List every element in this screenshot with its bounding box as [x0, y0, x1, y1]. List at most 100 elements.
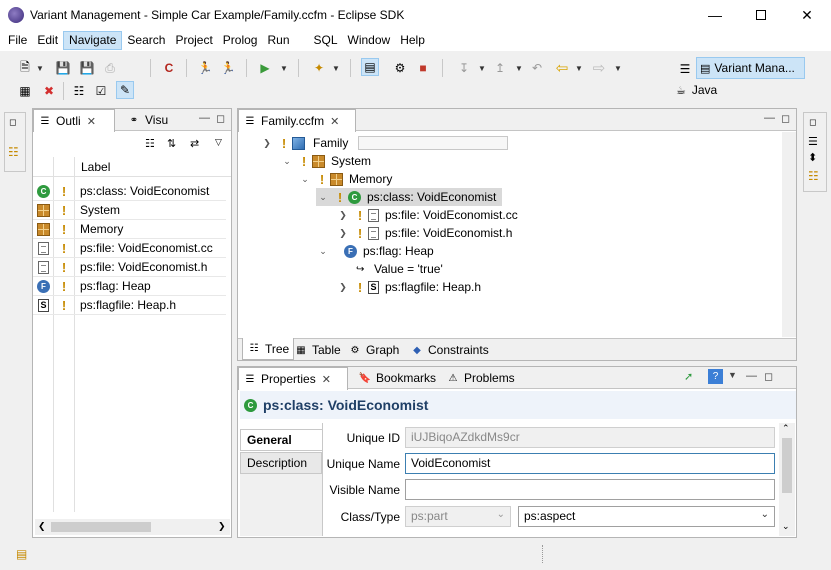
tree-node-flag-heap[interactable]: ⌄ F ps:flag: Heap: [316, 242, 434, 260]
perspective-java[interactable]: ☕ Java: [676, 81, 717, 99]
minimize-view-icon[interactable]: —: [199, 112, 210, 124]
outline-row[interactable]: ! ps:file: VoidEconomist.h: [33, 258, 226, 277]
scrollbar-thumb[interactable]: [51, 522, 151, 532]
tab-visualization[interactable]: ⚭ Visu: [123, 109, 193, 131]
tab-bookmarks[interactable]: 🔖 Bookmarks: [354, 367, 440, 389]
properties-vscrollbar[interactable]: ⌃ ⌄: [779, 423, 795, 536]
side-tab-description[interactable]: Description: [240, 452, 322, 474]
side-tab-general[interactable]: General: [240, 429, 322, 451]
sort-icon[interactable]: ⇅: [167, 137, 176, 150]
expanded-chevron-icon[interactable]: ⌄: [316, 246, 330, 257]
scroll-down-icon[interactable]: ⌄: [782, 521, 790, 532]
save-icon[interactable]: 💾: [54, 59, 72, 77]
back-icon[interactable]: ⇦: [553, 59, 571, 77]
maximize-view-icon[interactable]: ◻: [781, 112, 790, 125]
new-icon[interactable]: 🗎: [16, 59, 34, 77]
scrollbar-thumb[interactable]: [782, 438, 792, 493]
scroll-up-icon[interactable]: ⌃: [782, 423, 790, 434]
menu-navigate[interactable]: Navigate: [63, 31, 123, 50]
maximize-view-icon[interactable]: ◻: [764, 370, 773, 383]
tab-tree[interactable]: ☷ Tree: [242, 338, 295, 360]
editor-vscrollbar[interactable]: [782, 132, 796, 337]
link-editor-icon[interactable]: ⇄: [190, 137, 199, 150]
hierarchy-icon[interactable]: ☷: [70, 82, 88, 100]
open-type-icon[interactable]: ▦: [16, 82, 34, 100]
prev-annotation-dropdown-icon[interactable]: ▼: [515, 64, 523, 73]
outline-row[interactable]: S ! ps:flagfile: Heap.h: [33, 296, 226, 315]
next-annotation-icon[interactable]: ↧: [455, 59, 473, 77]
view-menu-icon[interactable]: ▽: [215, 137, 222, 148]
minimize-view-icon[interactable]: —: [764, 112, 775, 124]
open-perspective-icon[interactable]: ☰: [676, 60, 694, 78]
pin-icon[interactable]: ➚: [684, 370, 693, 383]
tab-properties[interactable]: ☰ Properties ✕: [238, 367, 348, 390]
close-button[interactable]: ✕: [784, 0, 830, 30]
unique-name-field[interactable]: VoidEconomist: [405, 453, 775, 474]
collapsed-chevron-icon[interactable]: ❯: [336, 228, 350, 239]
view-menu-icon[interactable]: ▼: [728, 370, 737, 380]
help-icon[interactable]: ?: [708, 369, 723, 384]
outline-row[interactable]: C ! ps:class: VoidEconomist: [33, 182, 226, 201]
menu-sql[interactable]: SQL: [309, 31, 343, 50]
run-person-icon[interactable]: 🏃: [196, 59, 214, 77]
pure-variants-icon[interactable]: C: [160, 59, 178, 77]
menu-project[interactable]: Project: [170, 31, 217, 50]
brush-icon[interactable]: ✎: [116, 81, 134, 99]
outline-hscrollbar[interactable]: ❮ ❯: [35, 519, 230, 535]
tab-graph[interactable]: ⚙ Graph: [344, 339, 403, 361]
toggle-view-icon[interactable]: ▤: [361, 58, 379, 76]
tab-table[interactable]: ▦ Table: [290, 339, 345, 361]
menu-window[interactable]: Window: [343, 31, 396, 50]
back-dropdown-icon[interactable]: ▼: [575, 64, 583, 73]
navigator-icon[interactable]: ⬍: [808, 151, 817, 164]
forward-icon[interactable]: ⇨: [590, 59, 608, 77]
expanded-chevron-icon[interactable]: ❯: [260, 138, 274, 149]
prev-annotation-icon[interactable]: ↥: [491, 59, 509, 77]
wand-icon[interactable]: ✦: [310, 59, 328, 77]
run-dropdown-icon[interactable]: ▼: [280, 64, 288, 73]
scroll-right-icon[interactable]: ❯: [218, 521, 226, 532]
wand-dropdown-icon[interactable]: ▼: [332, 64, 340, 73]
hierarchy-view-icon[interactable]: ☷: [808, 169, 819, 183]
menu-edit[interactable]: Edit: [32, 31, 63, 50]
tree-node-value[interactable]: ↪ Value = 'true': [356, 260, 443, 278]
restore-icon[interactable]: ◻: [9, 117, 16, 128]
run-person2-icon[interactable]: 🏃: [219, 59, 237, 77]
unique-id-field[interactable]: iUJBiqoAZdkdMs9cr: [405, 427, 775, 448]
outline-row[interactable]: F ! ps:flag: Heap: [33, 277, 226, 296]
outline-view-icon[interactable]: ☰: [808, 135, 818, 148]
collapsed-chevron-icon[interactable]: ❯: [336, 210, 350, 221]
maximize-button[interactable]: [738, 0, 784, 30]
tree-node-flagfile[interactable]: ❯ ! S ps:flagfile: Heap.h: [336, 278, 481, 296]
outline-row[interactable]: ! Memory: [33, 220, 226, 239]
forward-dropdown-icon[interactable]: ▼: [614, 64, 622, 73]
menu-run[interactable]: Run: [262, 31, 294, 50]
minimize-view-icon[interactable]: —: [746, 370, 757, 382]
restore-icon[interactable]: ◻: [809, 117, 816, 128]
class-select[interactable]: ps:part ⌄: [405, 506, 511, 527]
print-icon[interactable]: ⎙: [101, 59, 119, 77]
tree-node-file-h[interactable]: ❯ ! ps:file: VoidEconomist.h: [336, 224, 512, 242]
tree-node-file-cc[interactable]: ❯ ! ps:file: VoidEconomist.cc: [336, 206, 518, 224]
tab-constraints[interactable]: ◆ Constraints: [406, 339, 493, 361]
visible-name-field[interactable]: [405, 479, 775, 500]
last-edit-icon[interactable]: ↶: [528, 59, 546, 77]
hierarchy-view-icon[interactable]: ☷: [8, 145, 19, 159]
tab-family-ccfm[interactable]: ☰ Family.ccfm ✕: [238, 109, 356, 132]
tab-outline[interactable]: ☰ Outli ✕: [33, 109, 115, 132]
expanded-chevron-icon[interactable]: ⌄: [298, 174, 312, 185]
collapse-all-icon[interactable]: ☷: [145, 137, 155, 150]
tab-problems[interactable]: ⚠ Problems: [442, 367, 519, 389]
menu-file[interactable]: File: [3, 31, 32, 50]
next-annotation-dropdown-icon[interactable]: ▼: [478, 64, 486, 73]
sync-icon[interactable]: ⚙: [391, 59, 409, 77]
save-all-icon[interactable]: 💾: [78, 59, 96, 77]
type-select[interactable]: ps:aspect ⌄: [518, 506, 775, 527]
outline-row[interactable]: ! System: [33, 201, 226, 220]
menu-search[interactable]: Search: [122, 31, 170, 50]
expanded-chevron-icon[interactable]: ⌄: [316, 192, 330, 203]
run-icon[interactable]: ▶: [256, 59, 274, 77]
tree-node-class-voideconomist[interactable]: ⌄ ! C ps:class: VoidEconomist: [316, 188, 503, 206]
checklist-icon[interactable]: ☑: [92, 82, 110, 100]
tree-node-memory[interactable]: ⌄ ! Memory: [298, 170, 392, 188]
